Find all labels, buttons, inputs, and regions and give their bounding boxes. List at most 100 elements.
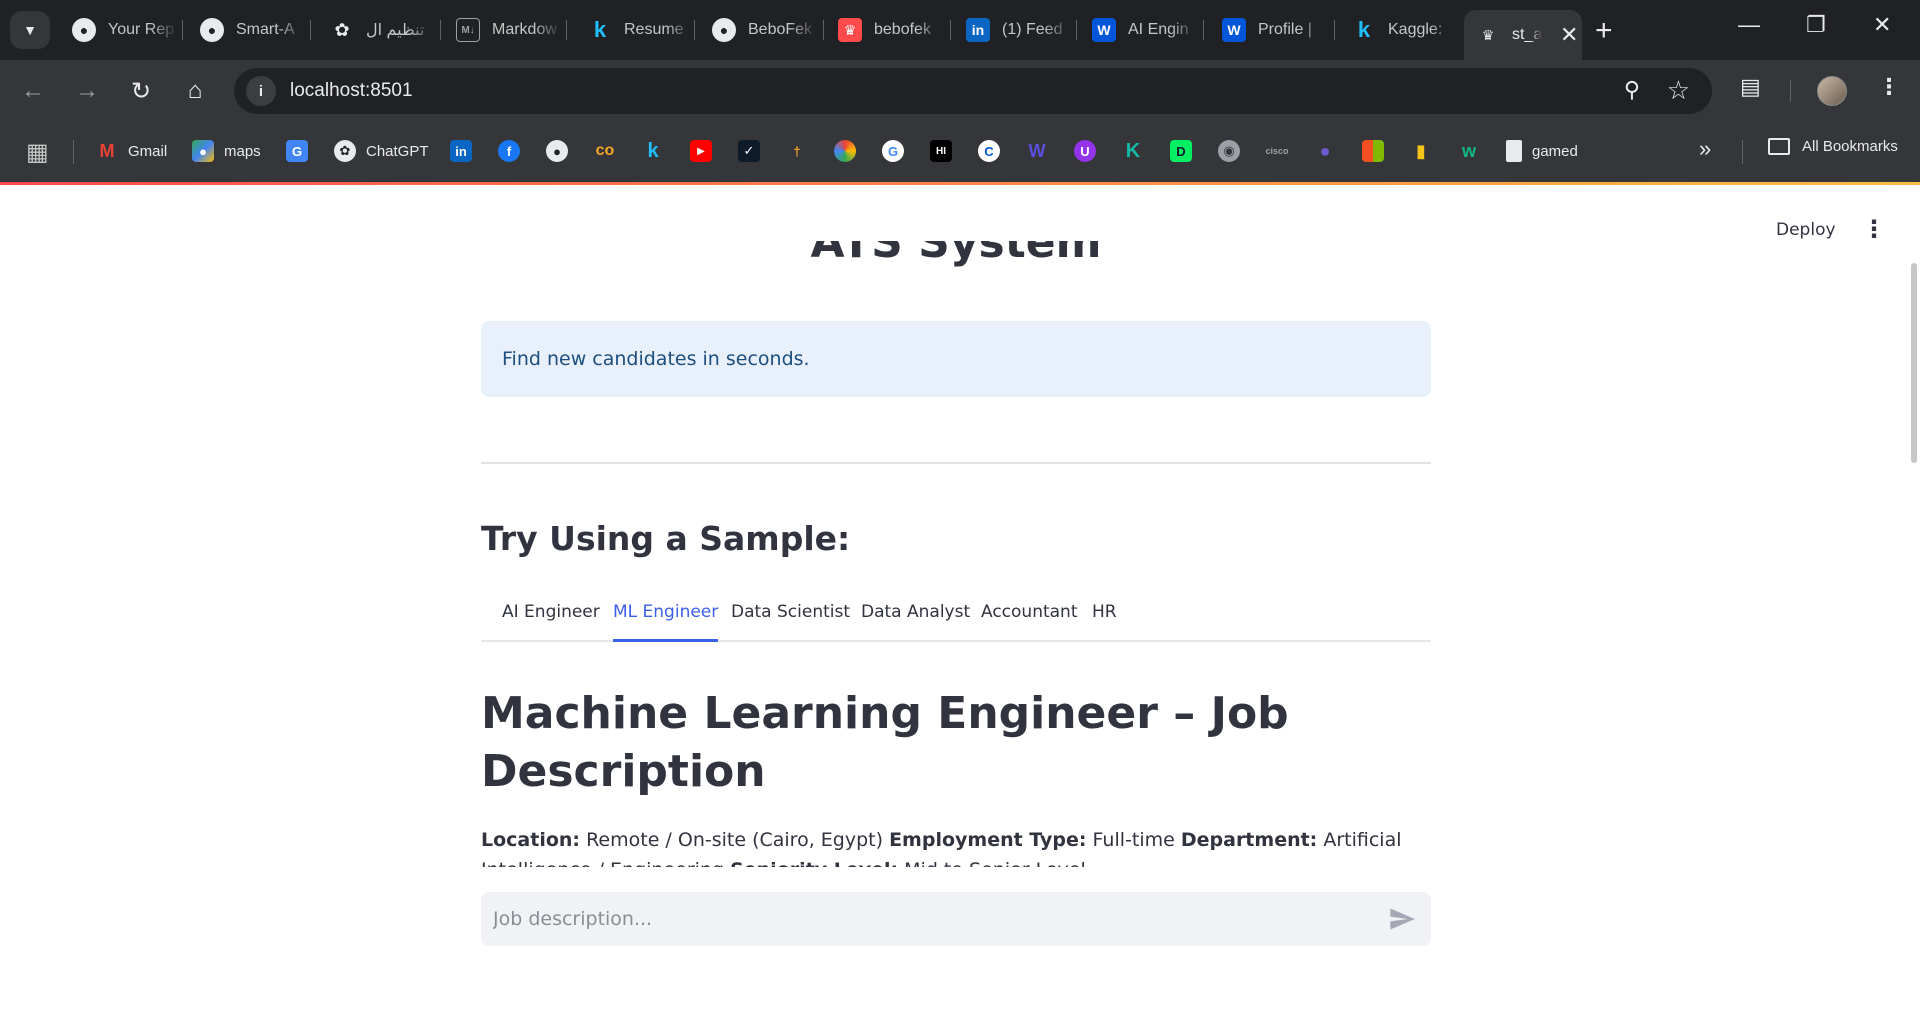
page-scrollbar[interactable] xyxy=(1911,263,1917,463)
bookmark-facebook[interactable]: f xyxy=(498,138,530,164)
github-icon: ● xyxy=(200,18,224,42)
bookmark-site[interactable]: C xyxy=(978,138,1010,164)
browser-tab[interactable]: ✿ تنظيم ال xyxy=(318,10,436,50)
google-translate-icon: G xyxy=(286,140,308,162)
employment-value: Full-time xyxy=(1092,829,1175,851)
browser-tab-active[interactable]: ♛ st_a ✕ xyxy=(1464,10,1582,60)
browser-toolbar: ← → ↻ ⌂ i localhost:8501 ⚲ ☆ ▤ ⋮ xyxy=(0,60,1920,120)
tab-separator xyxy=(440,20,441,40)
sample-heading: Try Using a Sample: xyxy=(481,519,851,558)
profile-avatar[interactable] xyxy=(1817,76,1847,106)
close-window-icon[interactable]: ✕ xyxy=(1873,12,1891,38)
tab-ml-engineer[interactable]: ML Engineer xyxy=(613,600,719,642)
back-icon[interactable]: ← xyxy=(18,76,48,106)
bookmark-kaggle[interactable]: k xyxy=(642,138,674,164)
page-title-text: ATS System xyxy=(810,241,1102,268)
bookmark-github[interactable]: ● xyxy=(546,138,578,164)
browser-tab[interactable]: W AI Engin xyxy=(1080,10,1198,50)
url-text[interactable]: localhost:8501 xyxy=(290,80,413,102)
tab-ai-engineer[interactable]: AI Engineer xyxy=(502,600,600,642)
forward-icon[interactable]: → xyxy=(72,76,102,106)
main-menu-icon[interactable]: ⋮ xyxy=(1862,215,1886,243)
all-bookmarks-button[interactable]: All Bookmarks xyxy=(1768,138,1898,155)
deploy-button[interactable]: Deploy xyxy=(1776,220,1836,240)
tab-hr[interactable]: HR xyxy=(1092,600,1117,642)
bookmark-youtube[interactable]: ▶ xyxy=(690,138,722,164)
bookmark-site[interactable]: ✓ xyxy=(738,138,770,164)
google-icon: G xyxy=(882,140,904,162)
streamlit-icon: ♛ xyxy=(838,18,862,42)
browser-tab[interactable]: ● Your Rep xyxy=(60,10,178,50)
apps-grid-icon[interactable]: ▦ xyxy=(26,138,49,167)
gmail-icon: M xyxy=(99,140,115,161)
browser-tab[interactable]: in (1) Feed xyxy=(954,10,1072,50)
send-icon[interactable] xyxy=(1387,905,1417,933)
address-bar[interactable]: i localhost:8501 ⚲ ☆ xyxy=(234,68,1712,114)
bookmark-label: ChatGPT xyxy=(366,142,429,160)
browser-tab[interactable]: M↓ Markdow xyxy=(444,10,562,50)
bookmark-site[interactable]: ◉ xyxy=(1218,138,1250,164)
bookmark-site[interactable]: † xyxy=(786,138,818,164)
browser-tab[interactable]: ● BeboFek xyxy=(700,10,818,50)
bookmark-linkedin[interactable]: in xyxy=(450,138,482,164)
bookmark-site[interactable]: w xyxy=(1458,138,1490,164)
bookmark-cisco[interactable]: cisco xyxy=(1266,138,1298,164)
linkedin-icon: in xyxy=(966,18,990,42)
bookmark-site[interactable]: W xyxy=(1026,138,1058,164)
home-icon[interactable]: ⌂ xyxy=(180,76,210,106)
bookmark-site[interactable]: D xyxy=(1170,138,1202,164)
info-alert-text: Find new candidates in seconds. xyxy=(502,348,810,370)
bookmark-hackerrank[interactable]: HI xyxy=(930,138,962,164)
reload-icon[interactable]: ↻ xyxy=(126,76,156,106)
browser-tab[interactable]: k Resume xyxy=(576,10,694,50)
github-icon: ● xyxy=(546,140,568,162)
k-logo-icon: K xyxy=(1125,139,1141,162)
close-icon[interactable]: ✕ xyxy=(1560,22,1578,48)
bookmark-site[interactable]: U xyxy=(1074,138,1106,164)
tab-separator xyxy=(182,20,183,40)
bookmark-site[interactable] xyxy=(834,138,866,164)
file-icon xyxy=(1506,140,1522,162)
browser-tab[interactable]: W Profile | xyxy=(1210,10,1328,50)
extensions-icon[interactable]: ▤ xyxy=(1740,74,1761,100)
department-label: Department: xyxy=(1180,829,1318,851)
minimize-icon[interactable]: — xyxy=(1738,12,1760,38)
tab-title: Smart-A xyxy=(236,21,295,38)
tab-separator xyxy=(1203,20,1204,40)
tab-accountant[interactable]: Accountant xyxy=(981,600,1078,642)
bookmark-gamed[interactable]: gamed xyxy=(1506,138,1578,164)
job-description-input[interactable] xyxy=(493,892,1373,946)
kaggle-icon: k xyxy=(1357,17,1371,42)
wuzzuf-icon: W xyxy=(1092,18,1116,42)
site-info-icon[interactable]: i xyxy=(246,76,276,106)
github-icon: ● xyxy=(712,18,736,42)
bookmark-chatgpt[interactable]: ✿ ChatGPT xyxy=(334,138,429,164)
location-label: Location: xyxy=(481,829,581,851)
zoom-icon[interactable]: ⚲ xyxy=(1624,77,1640,103)
job-meta: Location: Remote / On-site (Cairo, Egypt… xyxy=(481,825,1431,867)
all-bookmarks-label: All Bookmarks xyxy=(1802,138,1898,155)
restore-icon[interactable]: ❐ xyxy=(1806,12,1826,38)
browser-tab[interactable]: ♛ bebofek xyxy=(826,10,944,50)
bookmark-microsoft[interactable] xyxy=(1362,138,1394,164)
bookmark-site[interactable]: ▮ xyxy=(1410,138,1442,164)
new-tab-button[interactable]: + xyxy=(1595,14,1613,48)
browser-tab[interactable]: k Kaggle: xyxy=(1340,10,1458,50)
bookmark-gmail[interactable]: M Gmail xyxy=(96,138,168,164)
bookmark-maps[interactable]: ● maps xyxy=(192,138,261,164)
browser-tab[interactable]: ● Smart-A xyxy=(188,10,306,50)
browser-menu-icon[interactable]: ⋮ xyxy=(1878,74,1900,100)
tab-search-button[interactable]: ▼ xyxy=(10,11,50,49)
w-logo-icon: w xyxy=(1461,140,1476,161)
tab-title: Your Rep xyxy=(108,21,175,38)
bookmark-coursera[interactable]: co xyxy=(594,138,626,164)
bookmark-site[interactable]: ● xyxy=(1314,138,1346,164)
tab-data-scientist[interactable]: Data Scientist xyxy=(731,600,850,642)
bookmark-google[interactable]: G xyxy=(882,138,914,164)
tab-data-analyst[interactable]: Data Analyst xyxy=(861,600,970,642)
tab-separator xyxy=(823,20,824,40)
bookmark-star-icon[interactable]: ☆ xyxy=(1667,75,1690,106)
more-bookmarks-icon[interactable]: » xyxy=(1699,136,1711,162)
bookmark-site[interactable]: K xyxy=(1122,138,1154,164)
bookmark-google-translate[interactable]: G xyxy=(286,138,318,164)
